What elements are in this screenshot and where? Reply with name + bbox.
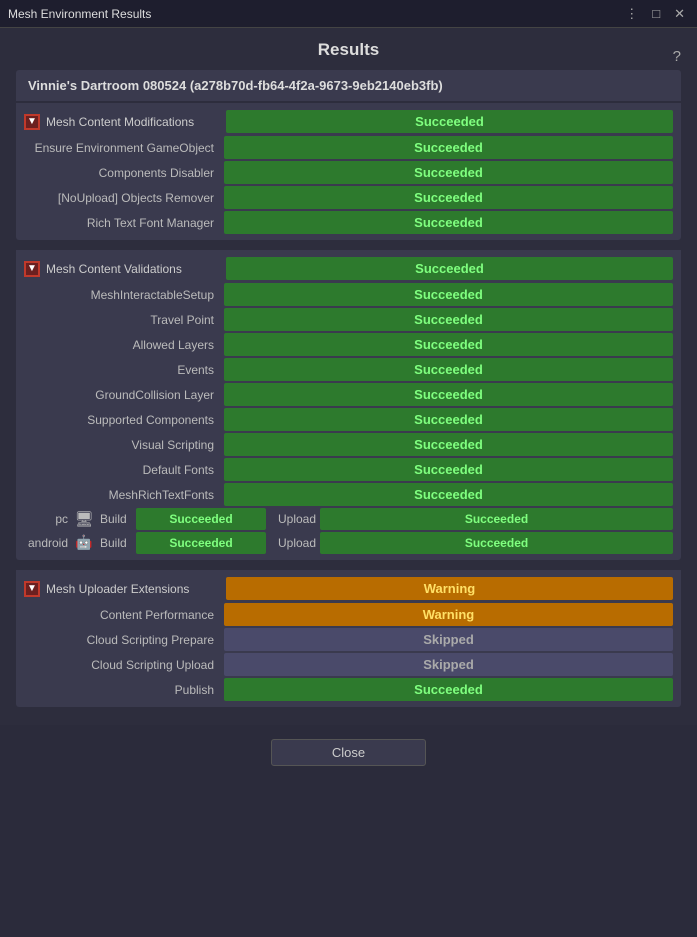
android-build-label: Build [100,536,132,550]
row-travel-point: Travel Point Succeeded [24,308,673,331]
label-supported-components: Supported Components [24,413,224,427]
status-noupload: Succeeded [224,186,673,209]
row-rich-text: Rich Text Font Manager Succeeded [24,211,673,234]
section-header-extensions: ▼ Mesh Uploader Extensions Warning [24,577,673,600]
status-cloud-scripting-prepare: Skipped [224,628,673,651]
pc-upload-status: Succeeded [320,508,673,530]
row-publish: Publish Succeeded [24,678,673,701]
row-mesh-interactable: MeshInteractableSetup Succeeded [24,283,673,306]
label-visual-scripting: Visual Scripting [24,438,224,452]
label-ensure-env: Ensure Environment GameObject [24,141,224,155]
android-platform-label: android [24,536,68,550]
footer: Close [0,731,697,774]
label-default-fonts: Default Fonts [24,463,224,477]
pc-upload-label: Upload [270,512,316,526]
section-status-extensions: Warning [226,577,673,600]
window-title: Mesh Environment Results [8,7,151,21]
android-build-status: Succeeded [136,532,266,554]
status-visual-scripting: Succeeded [224,433,673,456]
label-publish: Publish [24,683,224,697]
row-ensure-env: Ensure Environment GameObject Succeeded [24,136,673,159]
label-cloud-scripting-upload: Cloud Scripting Upload [24,658,224,672]
page-title: Results [16,40,681,60]
env-header: Vinnie's Dartroom 080524 (a278b70d-fb64-… [16,70,681,101]
status-content-performance: Warning [224,603,673,626]
status-ensure-env: Succeeded [224,136,673,159]
status-mesh-interactable: Succeeded [224,283,673,306]
section-status-modifications: Succeeded [226,110,673,133]
row-events: Events Succeeded [24,358,673,381]
label-groundcollision: GroundCollision Layer [24,388,224,402]
label-content-performance: Content Performance [24,608,224,622]
row-default-fonts: Default Fonts Succeeded [24,458,673,481]
help-icon[interactable]: ? [673,48,681,65]
status-default-fonts: Succeeded [224,458,673,481]
label-mesh-interactable: MeshInteractableSetup [24,288,224,302]
row-cloud-scripting-prepare: Cloud Scripting Prepare Skipped [24,628,673,651]
pc-platform-label: pc [24,512,68,526]
label-travel-point: Travel Point [24,313,224,327]
section-mesh-uploader-extensions: ▼ Mesh Uploader Extensions Warning Conte… [16,570,681,707]
row-noupload: [NoUpload] Objects Remover Succeeded [24,186,673,209]
row-content-performance: Content Performance Warning [24,603,673,626]
row-cloud-scripting-upload: Cloud Scripting Upload Skipped [24,653,673,676]
row-pc-build-upload: pc Build Succeeded Upload Succeeded [24,508,673,530]
section-header-modifications: ▼ Mesh Content Modifications Succeeded [24,110,673,133]
close-btn-titlebar[interactable]: ✕ [670,6,689,22]
monitor-icon [72,510,96,529]
status-meshrichtextfonts: Succeeded [224,483,673,506]
row-meshrichtextfonts: MeshRichTextFonts Succeeded [24,483,673,506]
main-content: Results ? Vinnie's Dartroom 080524 (a278… [0,28,697,725]
label-noupload: [NoUpload] Objects Remover [24,191,224,205]
section-label-extensions: Mesh Uploader Extensions [46,582,226,596]
window-controls[interactable]: ⋮ □ ✕ [621,6,689,22]
status-components-disabler: Succeeded [224,161,673,184]
pc-build-label: Build [100,512,132,526]
collapse-btn-validations[interactable]: ▼ [24,261,40,277]
section-status-validations: Succeeded [226,257,673,280]
android-upload-status: Succeeded [320,532,673,554]
android-icon [72,534,96,552]
android-upload-label: Upload [270,536,316,550]
status-allowed-layers: Succeeded [224,333,673,356]
row-components-disabler: Components Disabler Succeeded [24,161,673,184]
status-groundcollision: Succeeded [224,383,673,406]
label-allowed-layers: Allowed Layers [24,338,224,352]
row-groundcollision: GroundCollision Layer Succeeded [24,383,673,406]
status-rich-text: Succeeded [224,211,673,234]
status-events: Succeeded [224,358,673,381]
maximize-btn[interactable]: □ [648,6,664,22]
label-meshrichtextfonts: MeshRichTextFonts [24,488,224,502]
status-cloud-scripting-upload: Skipped [224,653,673,676]
titlebar: Mesh Environment Results ⋮ □ ✕ [0,0,697,28]
row-supported-components: Supported Components Succeeded [24,408,673,431]
row-visual-scripting: Visual Scripting Succeeded [24,433,673,456]
close-button[interactable]: Close [271,739,426,766]
section-label-validations: Mesh Content Validations [46,262,226,276]
section-header-validations: ▼ Mesh Content Validations Succeeded [24,257,673,280]
label-cloud-scripting-prepare: Cloud Scripting Prepare [24,633,224,647]
pc-build-status: Succeeded [136,508,266,530]
section-mesh-content-validations: ▼ Mesh Content Validations Succeeded Mes… [16,250,681,560]
menu-btn[interactable]: ⋮ [621,6,642,22]
status-supported-components: Succeeded [224,408,673,431]
label-components-disabler: Components Disabler [24,166,224,180]
section-label-modifications: Mesh Content Modifications [46,115,226,129]
label-events: Events [24,363,224,377]
status-publish: Succeeded [224,678,673,701]
section-mesh-content-modifications: ▼ Mesh Content Modifications Succeeded E… [16,103,681,240]
row-android-build-upload: android Build Succeeded Upload Succeeded [24,532,673,554]
collapse-btn-extensions[interactable]: ▼ [24,581,40,597]
collapse-btn-modifications[interactable]: ▼ [24,114,40,130]
label-rich-text: Rich Text Font Manager [24,216,224,230]
status-travel-point: Succeeded [224,308,673,331]
row-allowed-layers: Allowed Layers Succeeded [24,333,673,356]
